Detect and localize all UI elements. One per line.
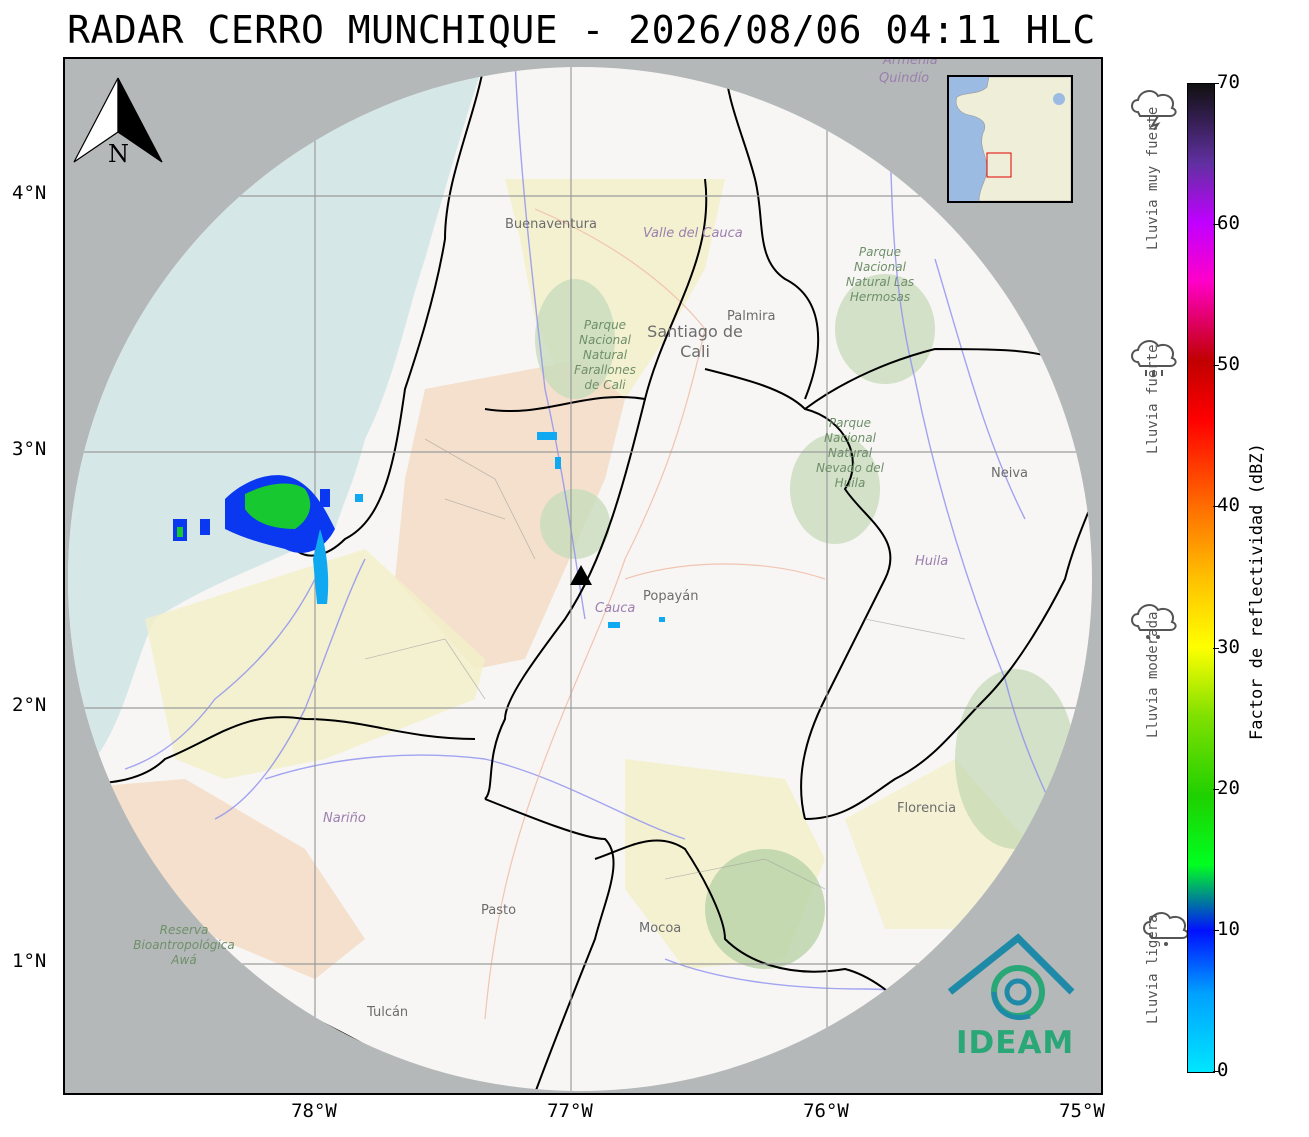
region-label-armenia: Armenia	[883, 57, 938, 68]
north-label: N	[108, 140, 129, 168]
lat-tick-2n: 2°N	[12, 694, 47, 716]
colorbar-label: Factor de reflectividad (dBZ)	[1247, 443, 1267, 740]
colorbar-tick-label: 50	[1217, 353, 1240, 376]
rain-label-light: Lluvia ligera	[1145, 914, 1161, 1024]
rain-category-moderate: Lluvia moderada	[1128, 600, 1190, 740]
north-arrow: N	[72, 74, 164, 178]
rain-category-heavy: Lluvia fuerte	[1128, 336, 1190, 476]
lon-tick-77w: 77°W	[547, 1100, 593, 1122]
park-label-nevado-del-huila: Parque Nacional Natural Nevado del Huila	[816, 416, 884, 490]
colorbar-tick-label: 60	[1217, 212, 1240, 235]
region-label-narino: Nariño	[323, 811, 366, 826]
rain-label-heavy: Lluvia fuerte	[1145, 344, 1161, 454]
city-label-pasto: Pasto	[481, 903, 517, 918]
city-label-popayan: Popayán	[643, 589, 699, 604]
region-label-valle-del-cauca: Valle del Cauca	[643, 226, 743, 241]
city-label-mocoa: Mocoa	[639, 921, 682, 936]
city-label-tulcan: Tulcán	[367, 1005, 409, 1020]
lat-tick-4n: 4°N	[12, 182, 47, 204]
lon-tick-75w: 75°W	[1059, 1100, 1105, 1122]
city-label-buenaventura: Buenaventura	[505, 217, 597, 232]
lon-tick-76w: 76°W	[803, 1100, 849, 1122]
city-label-santiago-de-cali: Santiago de Cali	[647, 322, 743, 361]
lat-tick-1n: 1°N	[12, 950, 47, 972]
colorbar-tick-label: 70	[1217, 71, 1240, 93]
map-title: RADAR CERRO MUNCHIQUE - 2026/08/06 04:11…	[67, 8, 1096, 52]
colorbar-tick-label: 30	[1217, 635, 1240, 658]
city-label-florencia: Florencia	[897, 801, 957, 816]
rain-category-very-heavy: Lluvia muy fuerte	[1128, 86, 1190, 256]
colorbar-tick-label: 20	[1217, 776, 1240, 799]
reflectivity-colorbar	[1187, 83, 1215, 1073]
region-label-huila: Huila	[915, 554, 949, 569]
colorbar-tick-label: 10	[1217, 917, 1240, 940]
colorbar-tick-label: 0	[1217, 1059, 1229, 1081]
lon-tick-78w: 78°W	[291, 1100, 337, 1122]
park-label-awa: Reserva Bioantropológica Awá	[133, 923, 235, 967]
rain-label-very-heavy: Lluvia muy fuerte	[1145, 106, 1161, 250]
region-label-cauca: Cauca	[595, 601, 636, 616]
city-label-neiva: Neiva	[991, 466, 1028, 481]
rain-category-light: Lluvia ligera	[1128, 908, 1190, 1028]
lat-tick-3n: 3°N	[12, 438, 47, 460]
colorbar-tick-label: 40	[1217, 494, 1240, 517]
park-label-las-hermosas: Parque Nacional Natural Las Hermosas	[845, 245, 915, 304]
city-label-palmira: Palmira	[727, 309, 776, 324]
ideam-logo-text: IDEAM	[956, 1025, 1075, 1061]
rain-label-moderate: Lluvia moderada	[1145, 611, 1161, 738]
region-label-quindio: Quindío	[879, 71, 930, 86]
inset-locator-map	[947, 75, 1073, 203]
park-label-farallones: Parque Nacional Natural Farallones de Ca…	[574, 318, 636, 392]
